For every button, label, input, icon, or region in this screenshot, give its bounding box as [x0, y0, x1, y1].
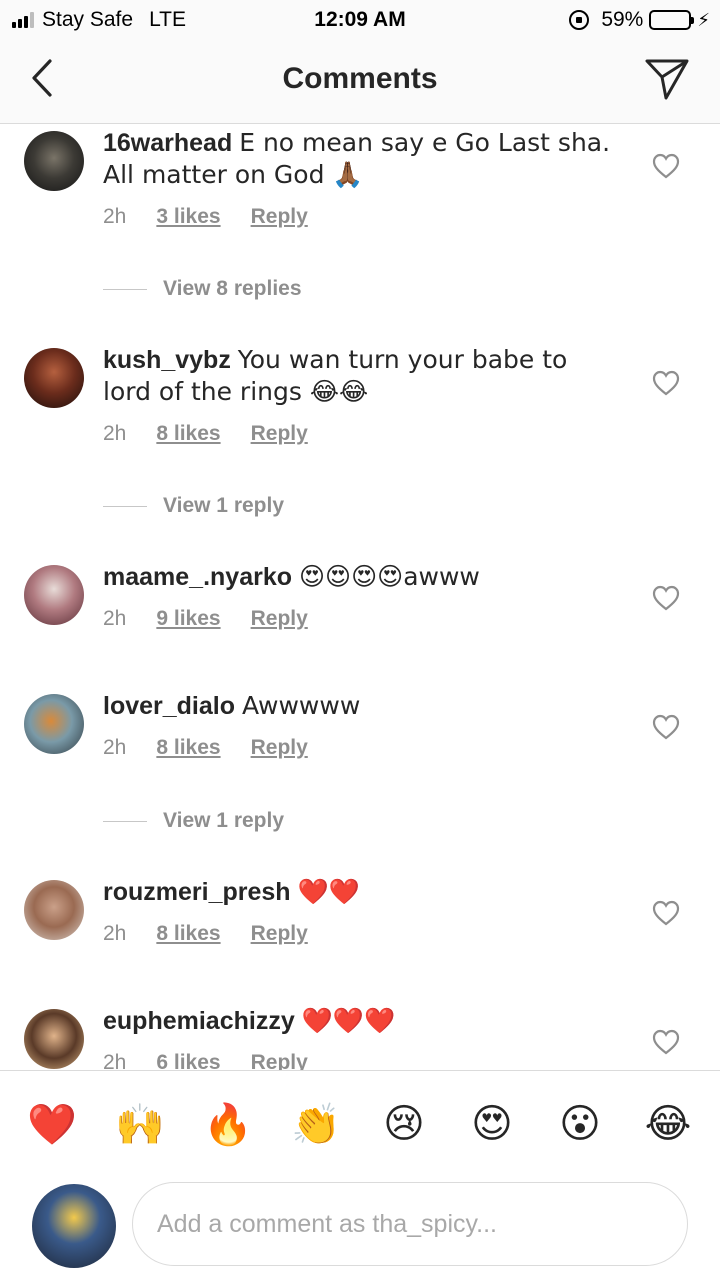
heart-icon[interactable]: [652, 900, 680, 926]
back-button[interactable]: [22, 56, 62, 100]
comment-body: lover_dialo Awwwww 2h 8 likes Reply: [103, 690, 613, 760]
avatar[interactable]: [24, 565, 84, 625]
comment-time: 2h: [103, 1051, 127, 1070]
comment-time: 2h: [103, 607, 127, 630]
comment-time: 2h: [103, 922, 127, 945]
comment-body: rouzmeri_presh ❤️❤️ 2h 8 likes Reply: [103, 876, 613, 946]
header: Comments: [0, 40, 720, 124]
clapping-emoji-button[interactable]: 👏: [287, 1095, 345, 1153]
likes-link[interactable]: 6 likes: [156, 1051, 220, 1070]
comment-input[interactable]: [132, 1182, 688, 1266]
view-replies-label: View 8 replies: [163, 277, 302, 300]
laughing-emoji-button[interactable]: 😂: [639, 1095, 697, 1153]
raised-hands-emoji-button[interactable]: 🙌: [111, 1095, 169, 1153]
rotation-lock-icon: [569, 10, 590, 30]
reply-button[interactable]: Reply: [251, 607, 308, 631]
charging-bolt-icon: ⚡︎: [697, 9, 710, 30]
avatar[interactable]: [24, 694, 84, 754]
share-button[interactable]: [642, 54, 692, 104]
comment-text: ❤️❤️❤️: [301, 1006, 396, 1035]
likes-link[interactable]: 3 likes: [156, 205, 220, 229]
comment-body: kush_vybz You wan turn your babe to lord…: [103, 344, 613, 446]
page-title: Comments: [282, 62, 438, 95]
avatar[interactable]: [24, 880, 84, 940]
likes-link[interactable]: 8 likes: [156, 922, 220, 946]
chevron-left-icon: [32, 59, 52, 97]
heart-icon[interactable]: [652, 153, 680, 179]
current-user-avatar: [32, 1184, 116, 1268]
emoji-reaction-bar: ❤️ 🙌 🔥 👏 😢 😍 😮 😂: [0, 1070, 720, 1174]
comment-body: 16warhead E no mean say e Go Last sha. A…: [103, 127, 613, 229]
comment-username[interactable]: 16warhead: [103, 129, 232, 157]
reply-button[interactable]: Reply: [251, 736, 308, 760]
reply-button[interactable]: Reply: [251, 1051, 308, 1070]
comment-username[interactable]: rouzmeri_presh: [103, 878, 291, 906]
likes-link[interactable]: 9 likes: [156, 607, 220, 631]
replies-divider: [103, 820, 147, 822]
comment-body: euphemiachizzy ❤️❤️❤️ 2h 6 likes Reply: [103, 1005, 613, 1070]
comment-username[interactable]: kush_vybz: [103, 346, 231, 374]
comment-username[interactable]: maame_.nyarko: [103, 563, 292, 591]
avatar[interactable]: [24, 1009, 84, 1069]
heart-icon[interactable]: [652, 1029, 680, 1055]
comment-meta: 2h 8 likes Reply: [103, 422, 613, 446]
heart-eyes-emoji-button[interactable]: 😍: [463, 1095, 521, 1153]
comment-composer: [0, 1174, 720, 1280]
comment-text: Awwwww: [241, 691, 361, 720]
comment-username[interactable]: euphemiachizzy: [103, 1007, 295, 1035]
view-replies-button[interactable]: View 1 reply: [103, 494, 284, 518]
paper-plane-icon: [645, 59, 689, 100]
reply-button[interactable]: Reply: [251, 205, 308, 229]
avatar[interactable]: [24, 131, 84, 191]
comment-meta: 2h 6 likes Reply: [103, 1051, 613, 1070]
crying-emoji-button[interactable]: 😢: [375, 1095, 433, 1153]
heart-icon[interactable]: [652, 370, 680, 396]
fire-emoji-button[interactable]: 🔥: [199, 1095, 257, 1153]
comment-meta: 2h 8 likes Reply: [103, 736, 613, 760]
heart-icon[interactable]: [652, 714, 680, 740]
view-replies-label: View 1 reply: [163, 809, 285, 832]
heart-emoji-button[interactable]: ❤️: [23, 1095, 81, 1153]
comment-time: 2h: [103, 422, 127, 445]
status-bar: Stay Safe LTE 12:09 AM 59% ⚡︎: [0, 0, 720, 40]
comment-time: 2h: [103, 736, 127, 759]
surprised-emoji-button[interactable]: 😮: [551, 1095, 609, 1153]
view-replies-button[interactable]: View 1 reply: [103, 809, 284, 833]
likes-link[interactable]: 8 likes: [156, 736, 220, 760]
reply-button[interactable]: Reply: [251, 922, 308, 946]
view-replies-label: View 1 reply: [163, 494, 285, 517]
comment-text: ❤️❤️: [297, 877, 360, 906]
likes-link[interactable]: 8 likes: [156, 422, 220, 446]
replies-divider: [103, 505, 147, 507]
comment-time: 2h: [103, 205, 127, 228]
view-replies-button[interactable]: View 8 replies: [103, 277, 302, 301]
comment-meta: 2h 8 likes Reply: [103, 922, 613, 946]
heart-icon[interactable]: [652, 585, 680, 611]
battery-icon: [649, 10, 695, 30]
comment-body: maame_.nyarko 😍😍😍😍awww 2h 9 likes Reply: [103, 561, 613, 631]
comment-meta: 2h 9 likes Reply: [103, 607, 613, 631]
avatar[interactable]: [24, 348, 84, 408]
reply-button[interactable]: Reply: [251, 422, 308, 446]
comment-username[interactable]: lover_dialo: [103, 692, 235, 720]
comment-text: 😍😍😍😍awww: [298, 562, 480, 591]
comment-meta: 2h 3 likes Reply: [103, 205, 613, 229]
replies-divider: [103, 288, 147, 290]
status-right: 59% ⚡︎: [569, 8, 710, 32]
battery-percent: 59%: [601, 8, 644, 31]
comments-list[interactable]: 16warhead E no mean say e Go Last sha. A…: [0, 125, 720, 1070]
